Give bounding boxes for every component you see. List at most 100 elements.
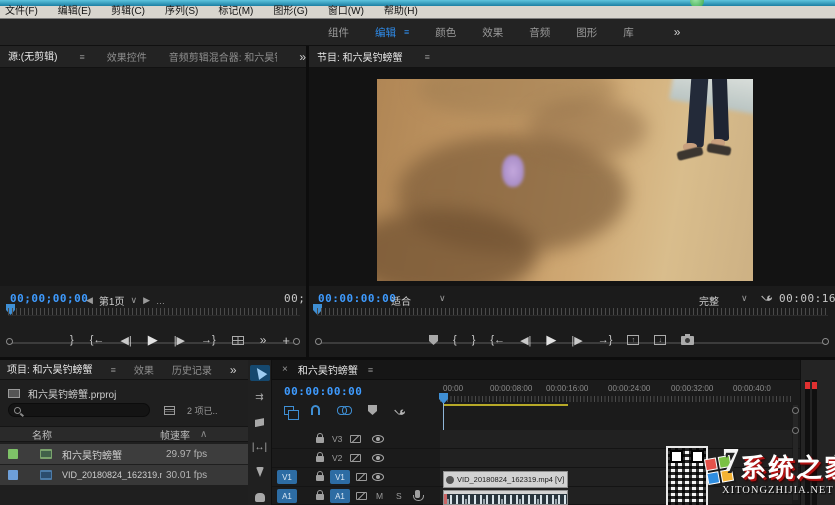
video-clip-v1[interactable]: VID_20180824_162319.mp4 [V] [443, 471, 568, 488]
source-patch-v1[interactable]: V1 [277, 470, 297, 484]
play-button[interactable]: ▶ [546, 332, 556, 348]
track-target-a1[interactable]: A1 [330, 489, 350, 503]
tab-effects[interactable]: 效果 [134, 362, 154, 377]
page-more-icon[interactable]: … [156, 296, 165, 306]
scrollbar-handle[interactable] [792, 427, 799, 434]
tab-history[interactable]: 历史记录 [172, 362, 212, 377]
tab-project[interactable]: 项目: 和六昊钓螃蟹 [7, 361, 93, 379]
timeline-timecode[interactable]: 00:00:00:00 [284, 385, 362, 398]
workspace-overflow-chevron[interactable]: » [674, 25, 681, 39]
timeline-settings-wrench-icon[interactable] [394, 404, 406, 416]
page-label[interactable]: 第1页 [99, 293, 125, 308]
list-view-icon[interactable] [164, 406, 175, 415]
search-box[interactable] [8, 403, 150, 417]
workspace-tab-assembly[interactable]: 组件 [328, 25, 349, 40]
step-back-button[interactable]: ◀| [520, 334, 531, 347]
source-tabs-overflow-chevron[interactable]: » [299, 50, 306, 64]
menu-window[interactable]: 窗口(W) [328, 6, 364, 18]
timeline-vertical-scrollbar[interactable] [793, 405, 798, 500]
audio-meters-panel[interactable] [800, 360, 835, 505]
lock-track-icon[interactable] [316, 456, 324, 462]
snap-magnet-icon[interactable] [311, 405, 320, 415]
workspace-tab-color[interactable]: 颜色 [435, 25, 456, 40]
column-framerate[interactable]: 帧速率 [160, 427, 190, 442]
mark-in-button[interactable]: { [453, 334, 457, 346]
nest-sequence-icon[interactable] [284, 406, 294, 415]
column-name[interactable]: 名称 [32, 427, 52, 442]
workspace-tab-libraries[interactable]: 库 [623, 25, 634, 40]
workspace-tab-editing[interactable]: 编辑 [375, 25, 396, 40]
transport-overflow-chevron[interactable]: » [260, 333, 267, 347]
lock-track-icon[interactable] [316, 494, 324, 500]
source-timecode[interactable]: 00;00;00;00 [10, 292, 88, 305]
zoom-level-select[interactable]: 适合 ∨ [391, 293, 446, 308]
voiceover-mic-icon[interactable] [415, 490, 420, 498]
menu-file[interactable]: 文件(F) [5, 6, 38, 18]
go-to-in-button[interactable]: {← [90, 334, 105, 346]
project-breadcrumb[interactable]: 和六昊钓螃蟹.prproj [8, 386, 116, 401]
export-frame-camera-icon[interactable] [681, 336, 694, 345]
tab-program-monitor[interactable]: 节目: 和六昊钓螃蟹 [317, 49, 403, 64]
lift-button[interactable]: ↑ [627, 335, 639, 345]
project-panel-menu-icon[interactable]: ≡ [111, 365, 116, 375]
sync-lock-icon[interactable] [356, 492, 367, 500]
sync-lock-icon[interactable] [350, 435, 361, 443]
tab-sequence[interactable]: 和六昊钓螃蟹 [298, 362, 358, 377]
button-editor-add[interactable]: + [282, 333, 290, 348]
program-time-ruler[interactable] [317, 308, 828, 316]
solo-button[interactable]: S [396, 491, 402, 501]
slip-tool-button[interactable]: |↔| [250, 439, 270, 455]
menu-edit[interactable]: 编辑(E) [58, 6, 91, 18]
timeline-menu-icon[interactable]: ≡ [368, 365, 373, 375]
program-panel-menu-icon[interactable]: ≡ [425, 52, 430, 62]
settings-wrench-icon[interactable] [761, 290, 773, 302]
timeline-ruler[interactable] [440, 396, 792, 402]
workspace-tab-graphics[interactable]: 图形 [576, 25, 597, 40]
workspace-tab-audio[interactable]: 音频 [529, 25, 550, 40]
project-item-sequence[interactable]: 和六昊钓螃蟹 29.97 fps [0, 444, 248, 464]
page-dropdown-caret-icon[interactable]: ∨ [130, 295, 137, 306]
tab-effect-controls[interactable]: 效果控件 [107, 49, 147, 64]
mark-out-button[interactable]: } [70, 334, 74, 346]
step-forward-button[interactable]: |▶ [571, 334, 582, 347]
search-input[interactable] [25, 405, 140, 415]
menu-help[interactable]: 帮助(H) [384, 6, 418, 18]
project-tabs-overflow-chevron[interactable]: » [230, 363, 237, 377]
program-timecode[interactable]: 00:00:00:00 [318, 292, 396, 305]
tab-source-monitor[interactable]: 源:(无剪辑) [8, 48, 57, 66]
go-to-out-button[interactable]: →} [201, 334, 216, 346]
track-v2-lane[interactable] [440, 449, 792, 467]
project-item-video-clip[interactable]: VID_20180824_162319.mp4 30.01 fps [0, 465, 248, 485]
page-prev-icon[interactable]: ◀ [86, 295, 93, 306]
pen-tool-button[interactable] [250, 464, 270, 480]
tab-audio-clip-mixer[interactable]: 音频剪辑混合器: 和六昊钓螃 [169, 49, 278, 64]
mark-out-button[interactable]: } [472, 334, 476, 346]
sort-ascending-icon[interactable]: ∧ [200, 429, 207, 440]
export-frame-icon[interactable] [232, 336, 244, 345]
playback-resolution-select[interactable]: 完整 ∨ [699, 293, 748, 308]
extract-button[interactable]: ↓ [654, 335, 666, 345]
label-color-green[interactable] [8, 449, 18, 459]
step-forward-button[interactable]: |▶ [174, 334, 185, 347]
sync-lock-icon[interactable] [350, 454, 361, 462]
linked-selection-icon[interactable] [337, 406, 351, 414]
source-time-ruler[interactable] [8, 308, 300, 316]
sync-lock-icon[interactable] [356, 473, 367, 481]
track-select-tool-button[interactable]: ⇉ [250, 390, 270, 406]
play-button[interactable]: ▶ [148, 332, 158, 348]
go-to-in-button[interactable]: {← [490, 334, 505, 346]
zoom-handle-left[interactable] [6, 338, 13, 345]
add-marker-icon[interactable] [368, 405, 377, 415]
page-next-icon[interactable]: ▶ [143, 295, 150, 306]
source-patch-a1[interactable]: A1 [277, 489, 297, 503]
step-back-button[interactable]: ◀| [120, 334, 131, 347]
lock-track-icon[interactable] [316, 475, 324, 481]
razor-tool-button[interactable] [250, 415, 270, 431]
audio-clip-a1[interactable] [443, 490, 568, 505]
menu-marker[interactable]: 标记(M) [218, 6, 253, 18]
track-output-eye-icon[interactable] [372, 454, 384, 462]
hand-tool-button[interactable] [250, 489, 270, 505]
zoom-handle-right[interactable] [293, 338, 300, 345]
menu-sequence[interactable]: 序列(S) [165, 6, 198, 18]
workspace-tab-menu-icon[interactable]: ≡ [404, 27, 409, 37]
